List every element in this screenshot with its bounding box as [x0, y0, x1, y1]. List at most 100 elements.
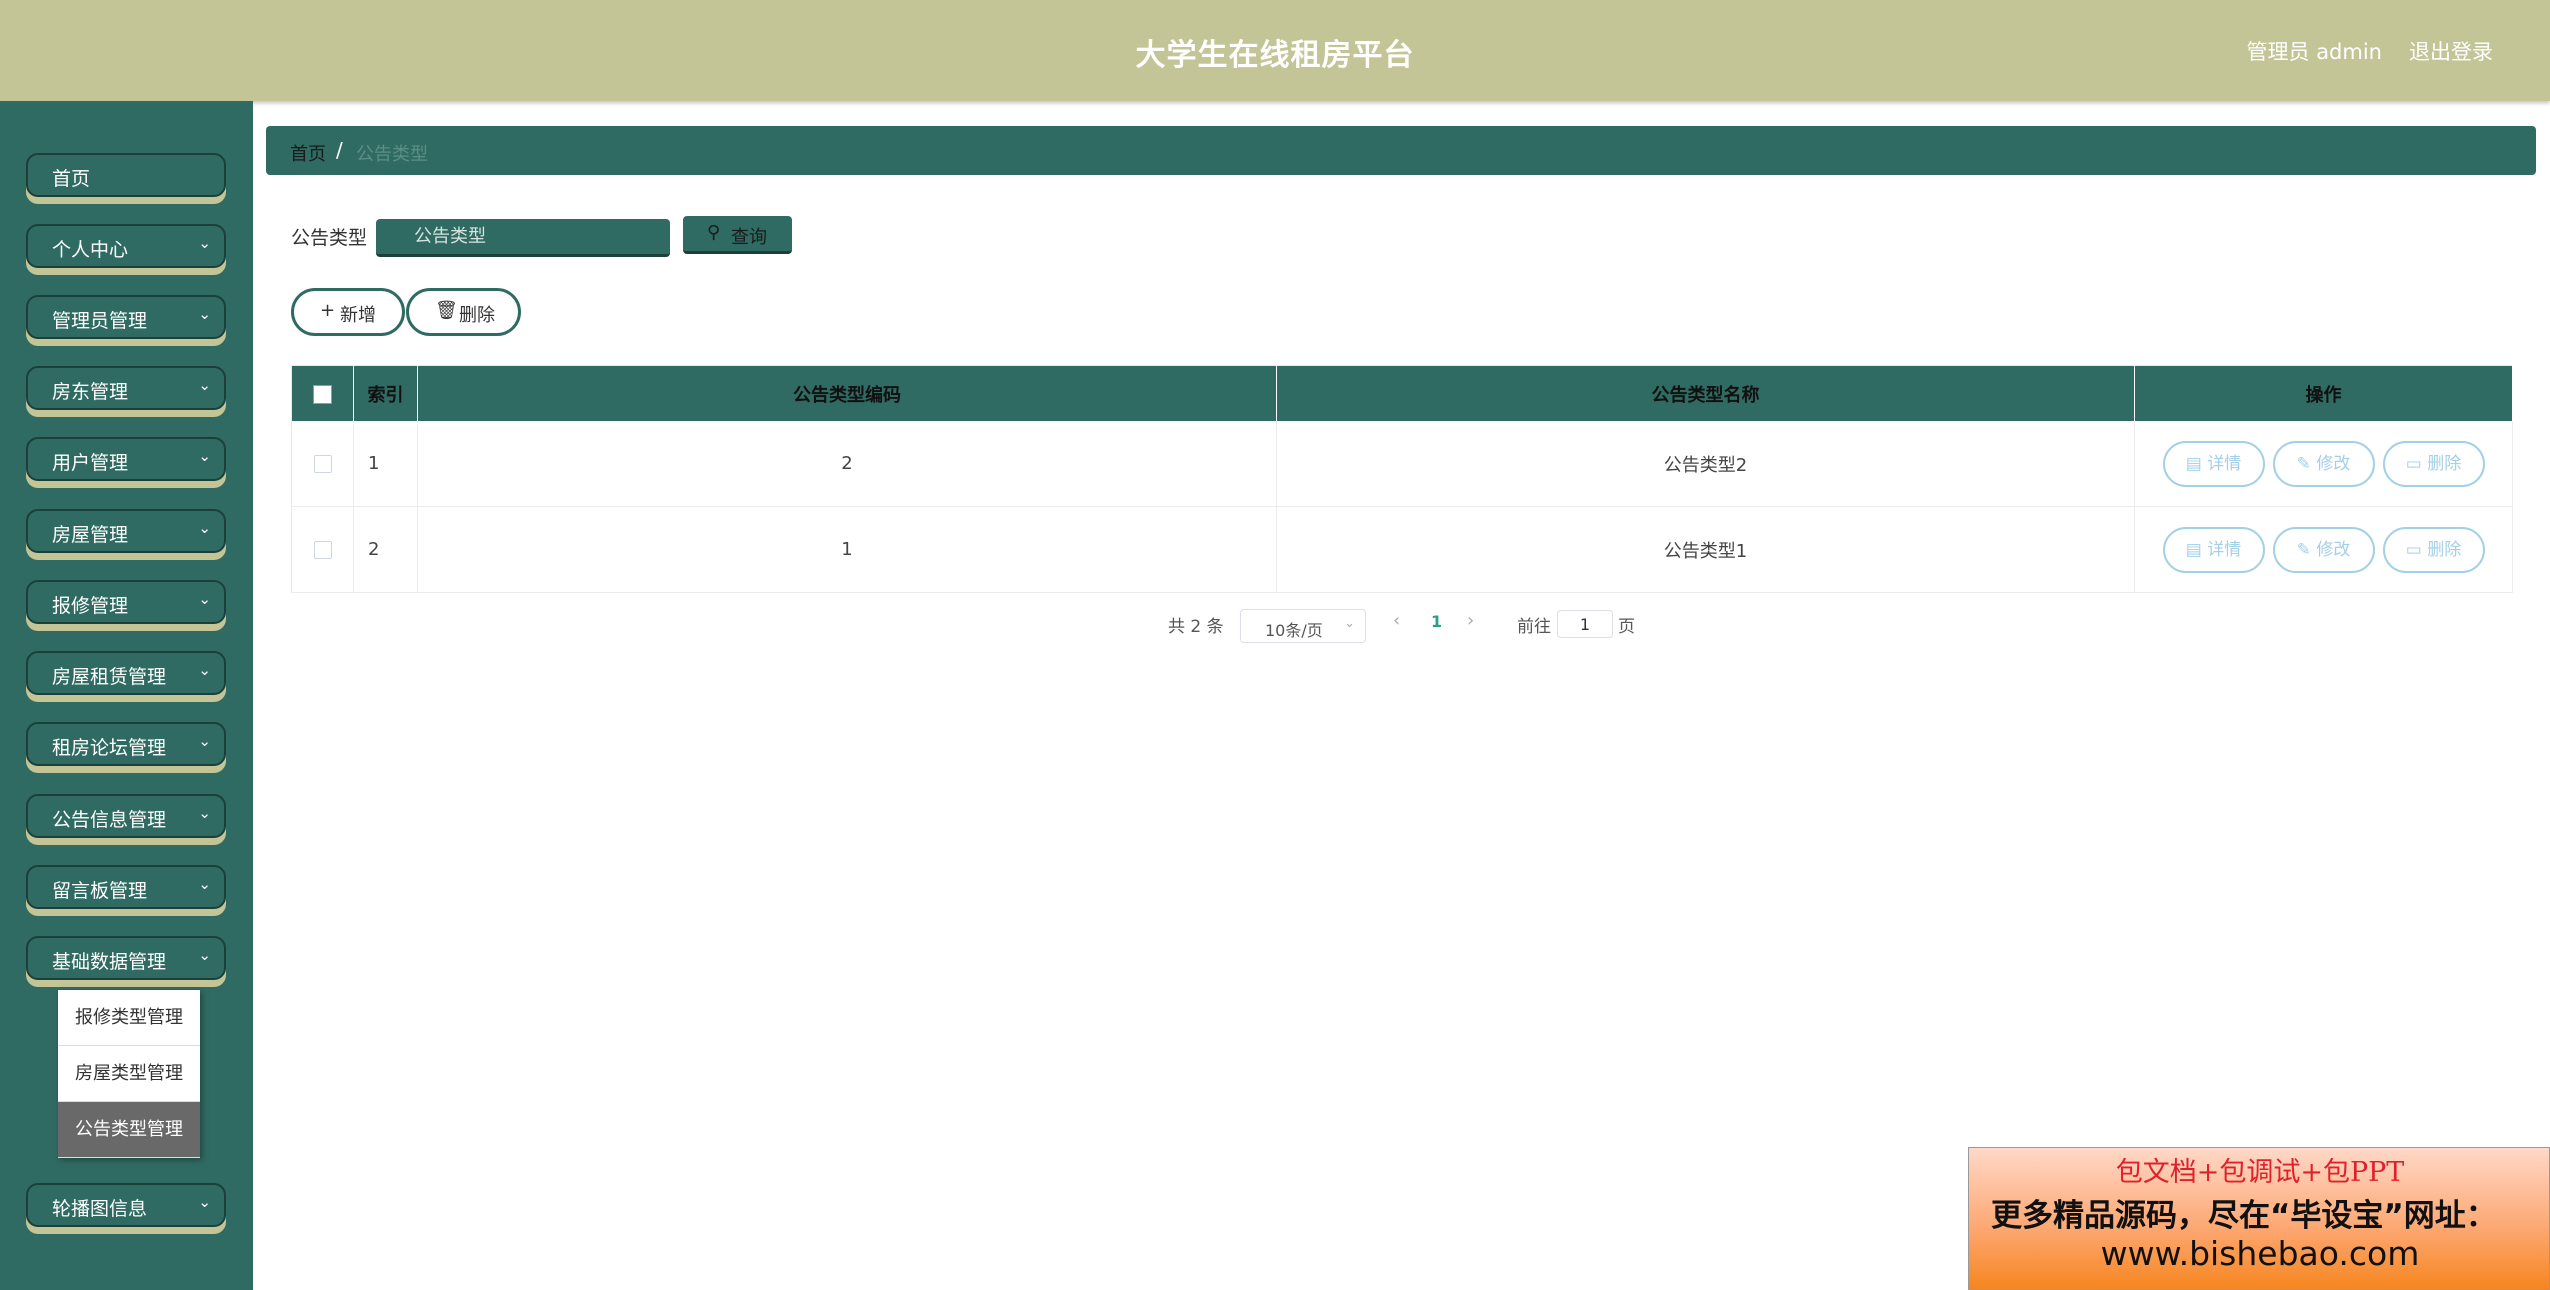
column-header-index: 索引 — [353, 365, 418, 421]
chevron-down-icon: ⌄ — [198, 946, 211, 964]
detail-button[interactable]: ▤ 详情 — [2162, 526, 2265, 573]
chevron-down-icon: ⌄ — [198, 732, 211, 750]
search-input[interactable] — [376, 219, 670, 257]
sidebar-item-label: 首页 — [52, 168, 91, 190]
sidebar-item-rental-management[interactable]: 房屋租赁管理 ⌄ — [26, 651, 226, 695]
sidebar-item-admin-management[interactable]: 管理员管理 ⌄ — [26, 295, 226, 339]
chevron-down-icon: ⌄ — [198, 376, 211, 394]
chevron-down-icon: ⌄ — [198, 804, 211, 822]
add-button-label: 新增 — [340, 305, 376, 326]
prev-page-button[interactable]: ‹ — [1393, 610, 1400, 631]
sidebar-item-label: 轮播图信息 — [52, 1198, 148, 1220]
row-name: 公告类型2 — [1276, 421, 2135, 507]
edit-button[interactable]: ✎ 修改 — [2272, 526, 2375, 573]
row-index: 1 — [353, 421, 418, 507]
add-button[interactable]: + 新增 — [291, 288, 405, 336]
trash-icon: 🗑 — [435, 300, 458, 321]
ad-line-2: 更多精品源码，尽在“毕设宝”网址： — [1991, 1198, 2497, 1234]
submenu-item-repair-type[interactable]: 报修类型管理 — [58, 990, 200, 1046]
delete-button[interactable]: 🗑 删除 — [406, 288, 521, 336]
sidebar-item-label: 报修管理 — [52, 595, 129, 617]
sidebar-item-label: 房屋管理 — [52, 524, 129, 546]
pagination-total: 共 2 条 — [1168, 617, 1224, 637]
sidebar-item-personal-center[interactable]: 个人中心 ⌄ — [26, 224, 226, 268]
sidebar-item-basic-data[interactable]: 基础数据管理 ⌄ — [26, 936, 226, 980]
sidebar-item-forum-management[interactable]: 租房论坛管理 ⌄ — [26, 722, 226, 766]
select-all-cell — [291, 365, 354, 421]
submenu-item-house-type[interactable]: 房屋类型管理 — [58, 1046, 200, 1102]
row-code: 2 — [417, 421, 1277, 507]
basic-data-submenu: 报修类型管理 房屋类型管理 公告类型管理 — [58, 990, 200, 1158]
detail-button-label: 详情 — [2207, 539, 2242, 560]
row-delete-button-label: 删除 — [2427, 539, 2462, 560]
delete-button-label: 删除 — [459, 305, 495, 326]
row-checkbox[interactable] — [313, 455, 332, 473]
row-select-cell — [291, 506, 354, 593]
query-button-label: 查询 — [731, 227, 767, 248]
chevron-down-icon: ⌄ — [198, 590, 211, 608]
sidebar-item-message-board[interactable]: 留言板管理 ⌄ — [26, 865, 226, 909]
sidebar-item-carousel[interactable]: 轮播图信息 ⌄ — [26, 1183, 226, 1227]
chevron-down-icon: ⌄ — [198, 305, 211, 323]
detail-button-label: 详情 — [2207, 453, 2242, 474]
site-title: 大学生在线租房平台 — [1135, 38, 1415, 73]
chevron-down-icon: ⌄ — [198, 447, 211, 465]
breadcrumb-home[interactable]: 首页 — [290, 140, 326, 166]
sidebar-item-label: 公告信息管理 — [52, 809, 167, 831]
edit-button-label: 修改 — [2316, 539, 2351, 560]
row-delete-button[interactable]: ▭ 删除 — [2382, 440, 2485, 487]
page-size-value: 10条/页 — [1265, 621, 1323, 640]
logout-link[interactable]: 退出登录 — [2409, 36, 2493, 66]
breadcrumb-separator: / — [336, 138, 343, 162]
row-delete-button-label: 删除 — [2427, 453, 2462, 474]
chevron-down-icon: ⌄ — [198, 661, 211, 679]
sidebar-item-landlord-management[interactable]: 房东管理 ⌄ — [26, 366, 226, 410]
sidebar-item-label: 用户管理 — [52, 452, 129, 474]
row-checkbox[interactable] — [313, 541, 332, 559]
row-actions: ▤ 详情 ✎ 修改 ▭ 删除 — [2134, 421, 2513, 507]
column-header-code: 公告类型编码 — [417, 365, 1277, 421]
sidebar-item-label: 个人中心 — [52, 239, 129, 261]
chevron-down-icon: ⌄ — [198, 875, 211, 893]
page-suffix-label: 页 — [1618, 617, 1635, 637]
sidebar-item-label: 房屋租赁管理 — [52, 666, 167, 688]
page-size-select[interactable]: 10条/页 ⌄ — [1240, 609, 1366, 643]
row-actions: ▤ 详情 ✎ 修改 ▭ 删除 — [2134, 506, 2513, 593]
query-button[interactable]: ⚲ 查询 — [683, 216, 792, 254]
ad-url: www.bishebao.com — [2100, 1234, 2420, 1273]
chevron-down-icon: ⌄ — [1344, 616, 1355, 631]
sidebar-item-house-management[interactable]: 房屋管理 ⌄ — [26, 509, 226, 553]
sidebar-item-home[interactable]: 首页 — [26, 153, 226, 197]
table-row: 2 1 公告类型1 ▤ 详情 ✎ 修改 ▭ 删除 — [291, 506, 2513, 593]
row-code: 1 — [417, 506, 1277, 593]
sidebar-item-label: 留言板管理 — [52, 880, 148, 902]
edit-button-label: 修改 — [2316, 453, 2351, 474]
next-page-button[interactable]: › — [1467, 610, 1474, 631]
column-header-name: 公告类型名称 — [1276, 365, 2135, 421]
detail-button[interactable]: ▤ 详情 — [2162, 440, 2265, 487]
sidebar-item-label: 租房论坛管理 — [52, 737, 167, 759]
sidebar-item-user-management[interactable]: 用户管理 ⌄ — [26, 437, 226, 481]
chevron-down-icon: ⌄ — [198, 519, 211, 537]
chevron-down-icon: ⌄ — [198, 234, 211, 252]
ad-banner[interactable]: 包文档+包调试+包PPT 更多精品源码，尽在“毕设宝”网址： www.bishe… — [1968, 1147, 2550, 1290]
row-delete-button[interactable]: ▭ 删除 — [2382, 526, 2485, 573]
select-all-checkbox[interactable] — [313, 384, 332, 404]
goto-page-input[interactable] — [1557, 610, 1613, 638]
row-index: 2 — [353, 506, 418, 593]
submenu-item-notice-type[interactable]: 公告类型管理 — [58, 1102, 200, 1158]
sidebar-item-label: 基础数据管理 — [52, 951, 167, 973]
sidebar-item-notice-management[interactable]: 公告信息管理 ⌄ — [26, 794, 226, 838]
sidebar-item-repair-management[interactable]: 报修管理 ⌄ — [26, 580, 226, 624]
page-number-current[interactable]: 1 — [1431, 612, 1442, 631]
edit-button[interactable]: ✎ 修改 — [2272, 440, 2375, 487]
admin-label: 管理员 admin — [2246, 40, 2382, 64]
plus-icon: + — [320, 300, 336, 321]
table-row: 1 2 公告类型2 ▤ 详情 ✎ 修改 ▭ 删除 — [291, 421, 2513, 507]
ad-line-1: 包文档+包调试+包PPT — [2115, 1157, 2405, 1188]
data-table: 索引 公告类型编码 公告类型名称 操作 1 2 公告类型2 ▤ 详情 ✎ 修改 ▭ … — [291, 365, 2513, 593]
top-header: 大学生在线租房平台 管理员 admin 退出登录 — [0, 0, 2550, 101]
table-header-row: 索引 公告类型编码 公告类型名称 操作 — [291, 365, 2513, 421]
sidebar-item-label: 房东管理 — [52, 381, 129, 403]
breadcrumb-current: 公告类型 — [356, 144, 428, 165]
